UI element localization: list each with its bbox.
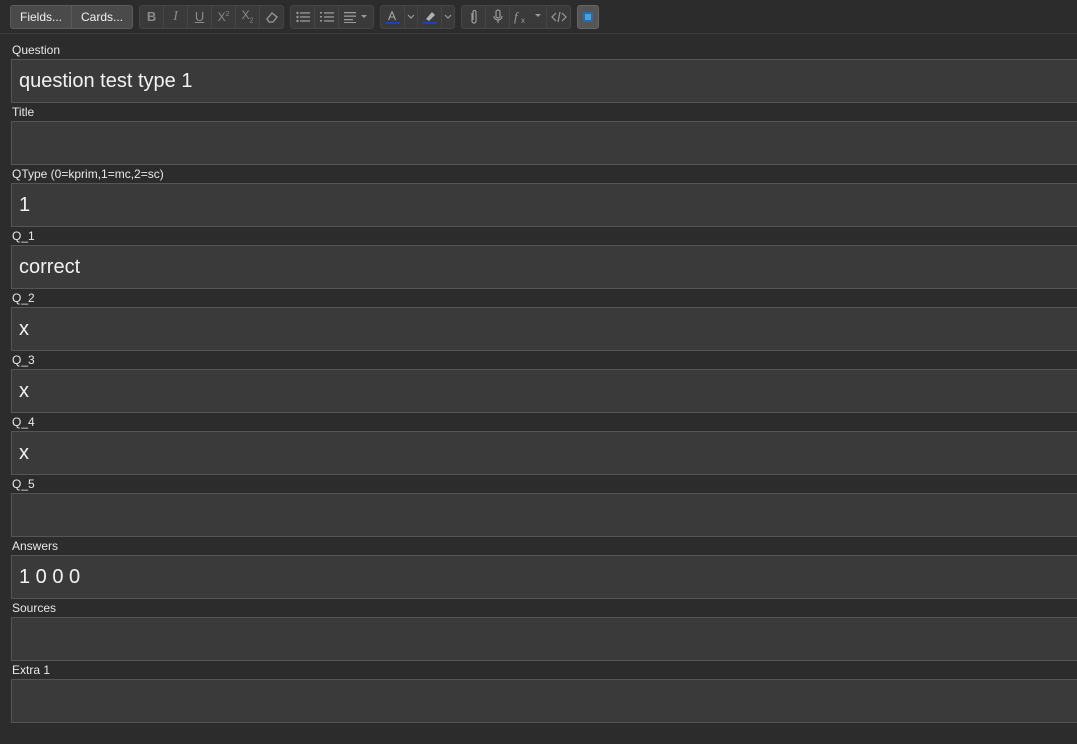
field-label: Answers (12, 539, 59, 553)
field-editor[interactable]: 1 (11, 183, 1077, 227)
field: Title (11, 103, 1077, 165)
field: QType (0=kprim,1=mc,2=sc) 1 (11, 165, 1077, 227)
paperclip-icon[interactable] (461, 4, 487, 29)
numbered-list-icon[interactable] (314, 4, 340, 29)
function-icon[interactable]: fx (509, 4, 548, 29)
subscript-icon[interactable]: X2 (235, 4, 261, 29)
field: Question question test type 1 (11, 41, 1077, 103)
cards-button[interactable]: Cards... (72, 4, 134, 29)
bullet-list-icon[interactable] (290, 4, 316, 29)
fields-button[interactable]: Fields... (10, 4, 73, 29)
underline-icon[interactable]: U (187, 4, 213, 29)
field-editor[interactable]: correct (11, 245, 1077, 289)
color-group: A (380, 4, 456, 29)
field: Answers 1 0 0 0 (11, 537, 1077, 599)
fields-cards-group: Fields... Cards... (10, 4, 134, 29)
field-editor[interactable]: x (11, 307, 1077, 351)
field-label: Q_3 (12, 353, 35, 367)
microphone-icon[interactable] (485, 4, 511, 29)
note-fields: Question question test type 1 Title QType (… (11, 41, 1077, 723)
field: Sources (11, 599, 1077, 661)
field-label: Sources (12, 601, 57, 615)
field-label: Q_2 (12, 291, 35, 305)
pin-icon[interactable] (577, 4, 600, 29)
svg-text:x: x (521, 16, 525, 24)
bold-icon[interactable]: B (139, 4, 165, 29)
svg-text:f: f (514, 10, 520, 24)
highlight-icon[interactable] (417, 4, 443, 29)
text-color-dropdown-icon[interactable] (404, 4, 419, 29)
field-editor[interactable] (11, 679, 1077, 723)
field-label: Question (12, 43, 61, 57)
text-color-icon[interactable]: A (380, 4, 406, 29)
field-label: Q_5 (12, 477, 35, 491)
field-editor[interactable]: 1 0 0 0 (11, 555, 1077, 599)
media-group: fx (461, 4, 572, 29)
field-editor[interactable] (11, 617, 1077, 661)
field: Q_4x (11, 413, 1077, 475)
field: Q_3x (11, 351, 1077, 413)
field-label: QType (0=kprim,1=mc,2=sc) (12, 167, 164, 181)
field: Extra 1 (11, 661, 1077, 723)
list-group (290, 4, 375, 29)
field-label: Q_4 (12, 415, 35, 429)
html-code-icon[interactable] (546, 4, 572, 29)
field-label: Title (12, 105, 35, 119)
format-group: B I U X2 X2 (139, 4, 285, 29)
field: Q_5 (11, 475, 1077, 537)
field: Q_1correct (11, 227, 1077, 289)
field-label: Q_1 (12, 229, 35, 243)
sticky-group (577, 4, 600, 29)
editor-toolbar: Fields... Cards... B I U X2 X2 A f x (0, 0, 1077, 34)
eraser-icon[interactable] (259, 4, 285, 29)
field-editor[interactable]: x (11, 431, 1077, 475)
align-icon[interactable] (338, 4, 375, 29)
svg-text:A: A (388, 9, 396, 23)
italic-icon[interactable]: I (163, 4, 189, 29)
field-editor[interactable] (11, 493, 1077, 537)
field-editor[interactable]: x (11, 369, 1077, 413)
field-editor[interactable]: question test type 1 (11, 59, 1077, 103)
superscript-icon[interactable]: X2 (211, 4, 237, 29)
field: Q_2x (11, 289, 1077, 351)
field-editor[interactable] (11, 121, 1077, 165)
field-label: Extra 1 (12, 663, 51, 677)
highlight-dropdown-icon[interactable] (441, 4, 456, 29)
